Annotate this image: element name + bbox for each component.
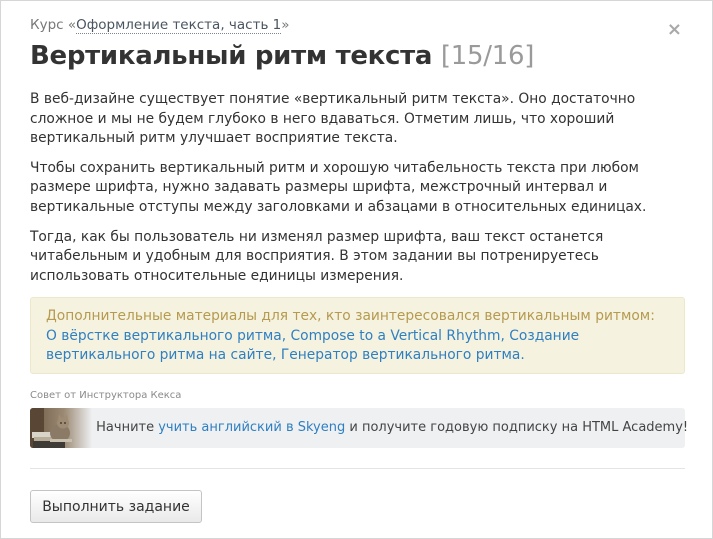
title-text: Вертикальный ритм текста: [30, 41, 433, 71]
paragraph: Тогда, как бы пользователь ни изменял ра…: [30, 228, 604, 284]
breadcrumb: Курс «Оформление текста, часть 1»: [30, 17, 290, 34]
page-title: Вертикальный ритм текста [15/16]: [30, 41, 534, 71]
extra-materials-intro: Дополнительные материалы для тех, кто за…: [46, 308, 655, 324]
breadcrumb-suffix: »: [281, 17, 290, 33]
link-separator: ,: [272, 347, 281, 364]
paragraph: Чтобы сохранить вертикальный ритм и хоро…: [30, 159, 647, 215]
tip-text-after: и получите годовую подписку на HTML Acad…: [345, 420, 689, 435]
close-icon[interactable]: ×: [667, 21, 682, 39]
tip-text-before: Начните: [96, 420, 159, 435]
course-link[interactable]: Оформление текста, часть 1: [76, 17, 282, 34]
extra-materials-box: Дополнительные материалы для тех, кто за…: [30, 297, 685, 374]
link-vertical-layout[interactable]: О вёрстке вертикального ритма: [46, 328, 282, 344]
divider: [30, 468, 685, 469]
task-description: В веб-дизайне существует понятие «вертик…: [30, 90, 690, 296]
task-modal: Курс «Оформление текста, часть 1» × Верт…: [0, 0, 713, 539]
paragraph: В веб-дизайне существует понятие «вертик…: [30, 91, 636, 147]
submit-task-button[interactable]: Выполнить задание: [30, 490, 202, 523]
link-rhythm-generator[interactable]: Генератор вертикального ритма: [281, 347, 521, 363]
link-separator: ,: [281, 327, 291, 344]
skyeng-link[interactable]: учить английский в Skyeng: [158, 420, 345, 435]
link-compose-vertical-rhythm[interactable]: Compose to a Vertical Rhythm: [291, 328, 501, 344]
tip-ad: Начните учить английский в Skyeng и полу…: [30, 408, 688, 448]
task-progress: [15/16]: [440, 41, 535, 71]
link-end: .: [520, 347, 525, 364]
tip-label: Совет от Инструктора Кекса: [30, 390, 182, 401]
tip-text: Начните учить английский в Skyeng и полу…: [92, 408, 688, 448]
link-separator: ,: [500, 327, 510, 344]
cat-reading-image: [30, 408, 92, 448]
breadcrumb-prefix: Курс «: [30, 17, 77, 33]
